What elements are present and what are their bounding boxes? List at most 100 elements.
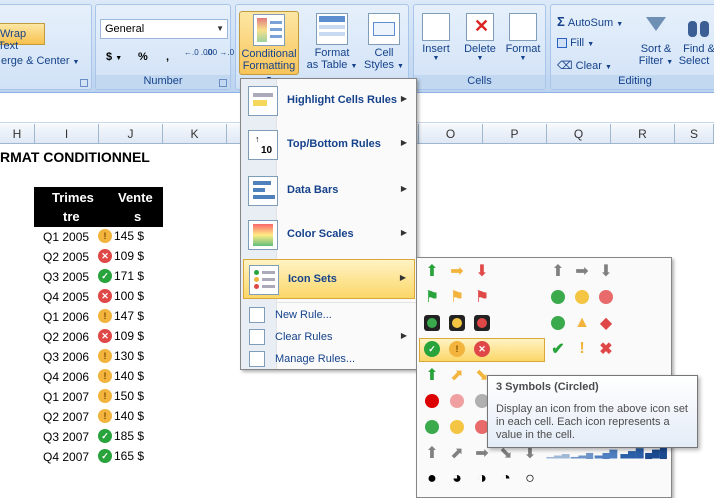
arrow-up-icon[interactable]: ⬆ [423, 262, 441, 280]
column-header-j[interactable]: J [99, 124, 163, 144]
menu-item-icon-sets[interactable]: Icon Sets ▶ [243, 259, 415, 299]
quarter-cell[interactable]: Q2 2007 [43, 410, 89, 424]
table-row[interactable]: Q2 2007 ! 140 $ [34, 407, 163, 427]
quarter-cell[interactable]: Q3 2006 [43, 350, 89, 364]
arrow-up-4-icon[interactable]: ⬆ [423, 366, 441, 384]
x-circle-icon[interactable]: ✕ [473, 340, 491, 358]
menu-item-top-bottom-rules[interactable]: ↑ 10 Top/Bottom Rules ▶ [243, 125, 415, 165]
number-format-combo[interactable]: General ▼ [100, 19, 228, 39]
quarter-cell[interactable]: Q2 2005 [43, 250, 89, 264]
column-header-p[interactable]: P [483, 124, 547, 144]
column-header-q[interactable]: Q [547, 124, 611, 144]
wrap-text-button[interactable]: Wrap Text [0, 23, 45, 52]
quarter-cell[interactable]: Q1 2006 [43, 310, 89, 324]
quarter-one-icon[interactable]: ◔ [497, 470, 515, 488]
circle-red-dark-icon[interactable] [423, 392, 441, 410]
sales-cell[interactable]: ! 140 $ [98, 409, 144, 423]
format-as-table-button[interactable]: Format as Table ▼ [302, 11, 362, 75]
circle-yellow-4-icon[interactable] [448, 418, 466, 436]
sales-cell[interactable]: ! 130 $ [98, 349, 144, 363]
column-header-s[interactable]: S [675, 124, 714, 144]
exclamation-icon[interactable]: ! [573, 340, 591, 358]
column-header-i[interactable]: I [35, 124, 99, 144]
arrow-down-gray-icon[interactable]: ⬇ [597, 262, 615, 280]
format-button[interactable]: Format ▼ [502, 11, 544, 75]
quarter-cell[interactable]: Q1 2007 [43, 390, 89, 404]
conditional-formatting-button[interactable]: Conditional Formatting ▼ [239, 11, 299, 83]
quarter-three-icon[interactable]: ◕ [448, 470, 466, 488]
quarter-cell[interactable]: Q4 2006 [43, 370, 89, 384]
table-row[interactable]: Q3 2006 ! 130 $ [34, 347, 163, 367]
quarter-cell[interactable]: Q3 2005 [43, 270, 89, 284]
insert-button[interactable]: Insert ▼ [416, 11, 456, 75]
decrease-decimal-button[interactable]: .00 →.0 [206, 49, 234, 57]
menu-item-color-scales[interactable]: Color Scales ▶ [243, 215, 415, 255]
quarter-cell[interactable]: Q4 2005 [43, 290, 89, 304]
table-row[interactable]: Q4 2007 ✓ 165 $ [34, 447, 163, 467]
alignment-launcher-icon[interactable] [80, 79, 88, 87]
circle-pink-icon[interactable] [448, 392, 466, 410]
table-row[interactable]: Q4 2006 ! 140 $ [34, 367, 163, 387]
autosum-button[interactable]: Σ AutoSum ▼ [557, 14, 623, 29]
traffic-light-yellow-icon[interactable] [448, 314, 466, 332]
arrow-right-gray-icon[interactable]: ➡ [573, 262, 591, 280]
quarter-empty-icon[interactable]: ○ [521, 470, 539, 488]
comma-button[interactable]: , [166, 51, 169, 63]
sales-cell[interactable]: ! 145 $ [98, 229, 144, 243]
sort-filter-button[interactable]: Sort & Filter ▼ [635, 11, 677, 75]
exclamation-circle-icon[interactable]: ! [448, 340, 466, 358]
table-row[interactable]: Q2 2006 ✕ 109 $ [34, 327, 163, 347]
triangle-yellow-icon[interactable]: ▲ [573, 314, 591, 332]
sales-cell[interactable]: ✓ 171 $ [98, 269, 144, 283]
traffic-light-red-icon[interactable] [473, 314, 491, 332]
diamond-red-icon[interactable]: ◆ [597, 314, 615, 332]
circle-yellow-icon[interactable] [573, 288, 591, 306]
merge-center-button[interactable]: erge & Center ▼ [1, 55, 79, 67]
delete-button[interactable]: ✕ Delete ▼ [458, 11, 502, 75]
arrow-right-icon[interactable]: ➡ [448, 262, 466, 280]
traffic-light-green-icon[interactable] [423, 314, 441, 332]
circle-red-icon[interactable] [597, 288, 615, 306]
flag-green-icon[interactable]: ⚑ [423, 288, 441, 306]
table-row[interactable]: Q1 2007 ! 150 $ [34, 387, 163, 407]
column-header-h[interactable]: H [0, 124, 35, 144]
quarter-cell[interactable]: Q2 2006 [43, 330, 89, 344]
sales-cell[interactable]: ! 140 $ [98, 369, 144, 383]
quarter-cell[interactable]: Q4 2007 [43, 450, 89, 464]
column-header-k[interactable]: K [163, 124, 227, 144]
check-icon[interactable]: ✔ [549, 340, 567, 358]
sales-cell[interactable]: ✕ 109 $ [98, 249, 144, 263]
table-row[interactable]: Q4 2005 ✕ 100 $ [34, 287, 163, 307]
cell-styles-button[interactable]: Cell Styles ▼ [354, 11, 414, 75]
check-circle-icon[interactable]: ✓ [423, 340, 441, 358]
sales-cell[interactable]: ✓ 165 $ [98, 449, 144, 463]
menu-item-clear-rules[interactable]: Clear Rules ▶ [243, 326, 415, 348]
quarter-cell[interactable]: Q1 2005 [43, 230, 89, 244]
clear-button[interactable]: ⌫ Clear ▼ [557, 59, 612, 72]
menu-item-manage-rules[interactable]: Manage Rules... [243, 348, 415, 370]
circle-green-shape-icon[interactable] [549, 314, 567, 332]
flag-red-icon[interactable]: ⚑ [473, 288, 491, 306]
table-row[interactable]: Q3 2007 ✓ 185 $ [34, 427, 163, 447]
sales-cell[interactable]: ✕ 100 $ [98, 289, 144, 303]
menu-item-data-bars[interactable]: Data Bars ▶ [243, 171, 415, 211]
quarter-full-icon[interactable]: ● [423, 470, 441, 488]
sales-cell[interactable]: ✓ 185 $ [98, 429, 144, 443]
arrow-upright-icon[interactable]: ⬈ [448, 366, 466, 384]
column-header-r[interactable]: R [611, 124, 675, 144]
percent-button[interactable]: % [138, 51, 148, 63]
currency-button[interactable]: $ ▼ [106, 51, 122, 63]
column-header-o[interactable]: O [419, 124, 483, 144]
arrow-up-gray-icon[interactable]: ⬆ [549, 262, 567, 280]
arrow-upright-5-icon[interactable]: ⬈ [448, 444, 466, 462]
sales-cell[interactable]: ! 147 $ [98, 309, 144, 323]
sales-cell[interactable]: ! 150 $ [98, 389, 144, 403]
flag-yellow-icon[interactable]: ⚑ [448, 288, 466, 306]
find-select-button[interactable]: Find & Select ▼ [677, 11, 714, 75]
x-icon[interactable]: ✖ [597, 340, 615, 358]
table-row[interactable]: Q1 2006 ! 147 $ [34, 307, 163, 327]
menu-item-new-rule[interactable]: New Rule... [243, 304, 415, 326]
arrow-down-icon[interactable]: ⬇ [473, 262, 491, 280]
quarter-cell[interactable]: Q3 2007 [43, 430, 89, 444]
number-launcher-icon[interactable] [219, 79, 227, 87]
